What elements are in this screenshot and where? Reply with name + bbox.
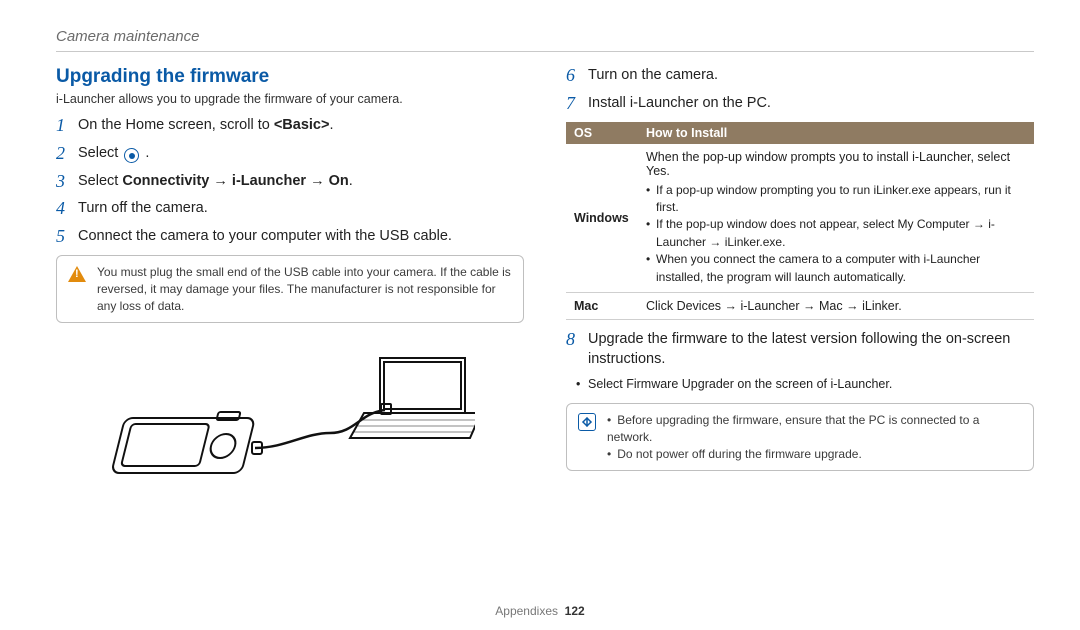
step-text: Select Connectivity → i-Launcher → On. bbox=[78, 172, 524, 192]
yes-label: Yes bbox=[646, 164, 666, 178]
divider bbox=[56, 51, 1034, 52]
os-cell: Windows bbox=[566, 144, 638, 293]
install-table: OS How to Install Windows When the pop-u… bbox=[566, 122, 1034, 320]
arrow-icon: → bbox=[843, 299, 862, 313]
list-item: When you connect the camera to a compute… bbox=[646, 251, 1026, 286]
step-text: Install i-Launcher on the PC. bbox=[588, 94, 1034, 114]
arrow-icon: → bbox=[706, 235, 725, 249]
menu-path: Connectivity bbox=[122, 173, 209, 189]
right-column: 6 Turn on the camera. 7 Install i-Launch… bbox=[566, 66, 1034, 503]
text: Click bbox=[646, 299, 677, 313]
page-number: 122 bbox=[565, 604, 585, 618]
how-cell: When the pop-up window prompts you to in… bbox=[638, 144, 1034, 293]
text: Select bbox=[78, 145, 122, 161]
step-1: 1 On the Home screen, scroll to <Basic>. bbox=[56, 116, 524, 136]
section-header: Camera maintenance bbox=[56, 28, 1034, 45]
info-icon bbox=[577, 412, 597, 432]
info-note: Before upgrading the firmware, ensure th… bbox=[566, 403, 1034, 471]
step-text: Turn on the camera. bbox=[588, 66, 1034, 86]
step-text: On the Home screen, scroll to <Basic>. bbox=[78, 116, 524, 136]
warning-text: You must plug the small end of the USB c… bbox=[97, 264, 513, 314]
connection-illustration bbox=[56, 333, 524, 503]
footer-label: Appendixes bbox=[495, 604, 558, 618]
arrow-icon: → bbox=[209, 173, 232, 189]
table-row-mac: Mac Click Devices → i-Launcher → Mac → i… bbox=[566, 292, 1034, 319]
text: . bbox=[349, 173, 353, 189]
col-os: OS bbox=[566, 122, 638, 144]
arrow-icon: → bbox=[721, 299, 740, 313]
step-text: Select . bbox=[78, 144, 524, 164]
manual-page: Camera maintenance Upgrading the firmwar… bbox=[0, 0, 1080, 630]
info-list: Before upgrading the firmware, ensure th… bbox=[607, 412, 1023, 462]
step-list-left: 1 On the Home screen, scroll to <Basic>.… bbox=[56, 116, 524, 247]
list-item: Do not power off during the firmware upg… bbox=[607, 446, 1023, 463]
path-part: My Computer bbox=[898, 217, 970, 231]
page-title: Upgrading the firmware bbox=[56, 66, 524, 88]
os-cell: Mac bbox=[566, 292, 638, 319]
step-text: Connect the camera to your computer with… bbox=[78, 227, 524, 247]
step-list-right: 6 Turn on the camera. 7 Install i-Launch… bbox=[566, 66, 1034, 114]
text: If the pop-up window does not appear, se… bbox=[656, 217, 898, 231]
page-footer: Appendixes 122 bbox=[0, 604, 1080, 618]
arrow-icon: → bbox=[306, 173, 329, 189]
step-number: 3 bbox=[56, 172, 78, 192]
path-part: Mac bbox=[819, 299, 843, 313]
how-cell: Click Devices → i-Launcher → Mac → iLink… bbox=[638, 292, 1034, 319]
table-header-row: OS How to Install bbox=[566, 122, 1034, 144]
step-list-right-2: 8 Upgrade the firmware to the latest ver… bbox=[566, 330, 1034, 369]
text: . bbox=[666, 164, 669, 178]
two-column-layout: Upgrading the firmware i-Launcher allows… bbox=[56, 66, 1034, 503]
list-item: Before upgrading the firmware, ensure th… bbox=[607, 412, 1023, 446]
text: Select bbox=[588, 377, 626, 391]
list-item: If a pop-up window prompting you to run … bbox=[646, 182, 1026, 217]
col-how: How to Install bbox=[638, 122, 1034, 144]
text: on the screen of i-Launcher. bbox=[734, 377, 892, 391]
path-part: iLinker.exe bbox=[725, 235, 782, 249]
warning-note: You must plug the small end of the USB c… bbox=[56, 255, 524, 323]
text: When the pop-up window prompts you to in… bbox=[646, 150, 1010, 164]
warning-icon bbox=[67, 264, 87, 284]
sub-bullet: Select Firmware Upgrader on the screen o… bbox=[566, 377, 1034, 391]
camera-laptop-svg bbox=[105, 338, 475, 498]
step-3: 3 Select Connectivity → i-Launcher → On. bbox=[56, 172, 524, 192]
step-number: 1 bbox=[56, 116, 78, 136]
step-text: Upgrade the firmware to the latest versi… bbox=[588, 330, 1034, 369]
windows-sublist: If a pop-up window prompting you to run … bbox=[646, 182, 1026, 286]
firmware-upgrader-label: Firmware Upgrader bbox=[626, 377, 734, 391]
text: Select bbox=[78, 173, 122, 189]
list-item: If the pop-up window does not appear, se… bbox=[646, 216, 1026, 251]
table-row-windows: Windows When the pop-up window prompts y… bbox=[566, 144, 1034, 293]
step-number: 4 bbox=[56, 199, 78, 219]
target-icon bbox=[124, 148, 139, 163]
arrow-icon: → bbox=[970, 217, 989, 231]
step-text: Turn off the camera. bbox=[78, 199, 524, 219]
step-number: 8 bbox=[566, 330, 588, 350]
menu-path: i-Launcher bbox=[232, 173, 306, 189]
text: . bbox=[898, 299, 901, 313]
left-column: Upgrading the firmware i-Launcher allows… bbox=[56, 66, 524, 503]
step-7: 7 Install i-Launcher on the PC. bbox=[566, 94, 1034, 114]
step-8: 8 Upgrade the firmware to the latest ver… bbox=[566, 330, 1034, 369]
step-number: 5 bbox=[56, 227, 78, 247]
step-number: 6 bbox=[566, 66, 588, 86]
step-5: 5 Connect the camera to your computer wi… bbox=[56, 227, 524, 247]
step-6: 6 Turn on the camera. bbox=[566, 66, 1034, 86]
path-part: iLinker bbox=[862, 299, 898, 313]
path-part: i-Launcher bbox=[740, 299, 799, 313]
step-2: 2 Select . bbox=[56, 144, 524, 164]
menu-path: On bbox=[329, 173, 349, 189]
text: . bbox=[141, 145, 149, 161]
basic-label: <Basic> bbox=[274, 117, 330, 133]
text: . bbox=[782, 235, 785, 249]
text: On the Home screen, scroll to bbox=[78, 117, 274, 133]
arrow-icon: → bbox=[800, 299, 819, 313]
step-4: 4 Turn off the camera. bbox=[56, 199, 524, 219]
step-number: 2 bbox=[56, 144, 78, 164]
step-number: 7 bbox=[566, 94, 588, 114]
text: . bbox=[329, 117, 333, 133]
intro-text: i-Launcher allows you to upgrade the fir… bbox=[56, 92, 524, 106]
path-part: Devices bbox=[677, 299, 721, 313]
